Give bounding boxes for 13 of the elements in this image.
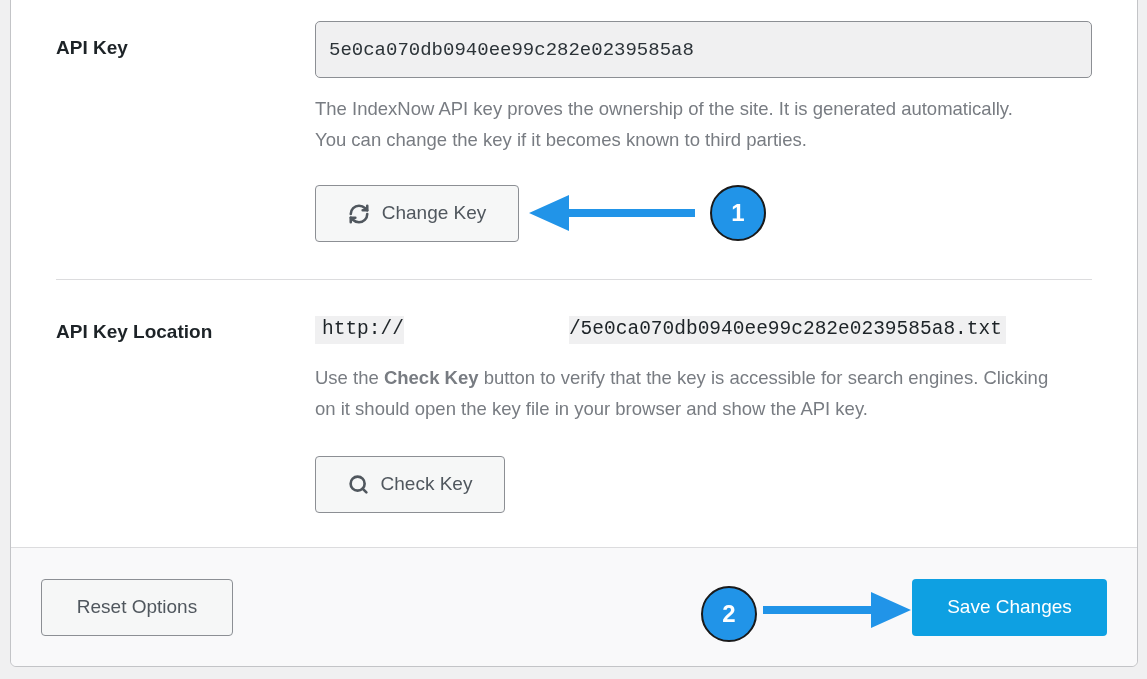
help-text: Use the Check Key button to verify that the key is accessible for search engines. Clicking on it should open the key file in your browser and show the API key. (315, 366, 1050, 421)
step-badge: 1 (710, 185, 766, 241)
search-icon (347, 474, 369, 495)
refresh-icon (347, 202, 370, 225)
api-key-field[interactable]: 5e0ca070db0940ee99c282e0239585a8 (315, 21, 1092, 78)
change-key-button[interactable]: Change Key (315, 185, 519, 242)
check-key-button[interactable]: Check Key (315, 456, 505, 513)
field-label: API Key (56, 36, 129, 60)
field-label: API Key Location (56, 320, 214, 344)
help-text: The IndexNow API key proves the ownership of the site. It is generated automatically. You can change the key if it becomes known to third parties. (315, 97, 1014, 152)
key-url: http:// /5e0ca070db0940ee99c282e0239585a8.txt (315, 316, 1006, 344)
step-badge: 2 (701, 586, 757, 642)
reset-options-button[interactable]: Reset Options (41, 578, 233, 636)
